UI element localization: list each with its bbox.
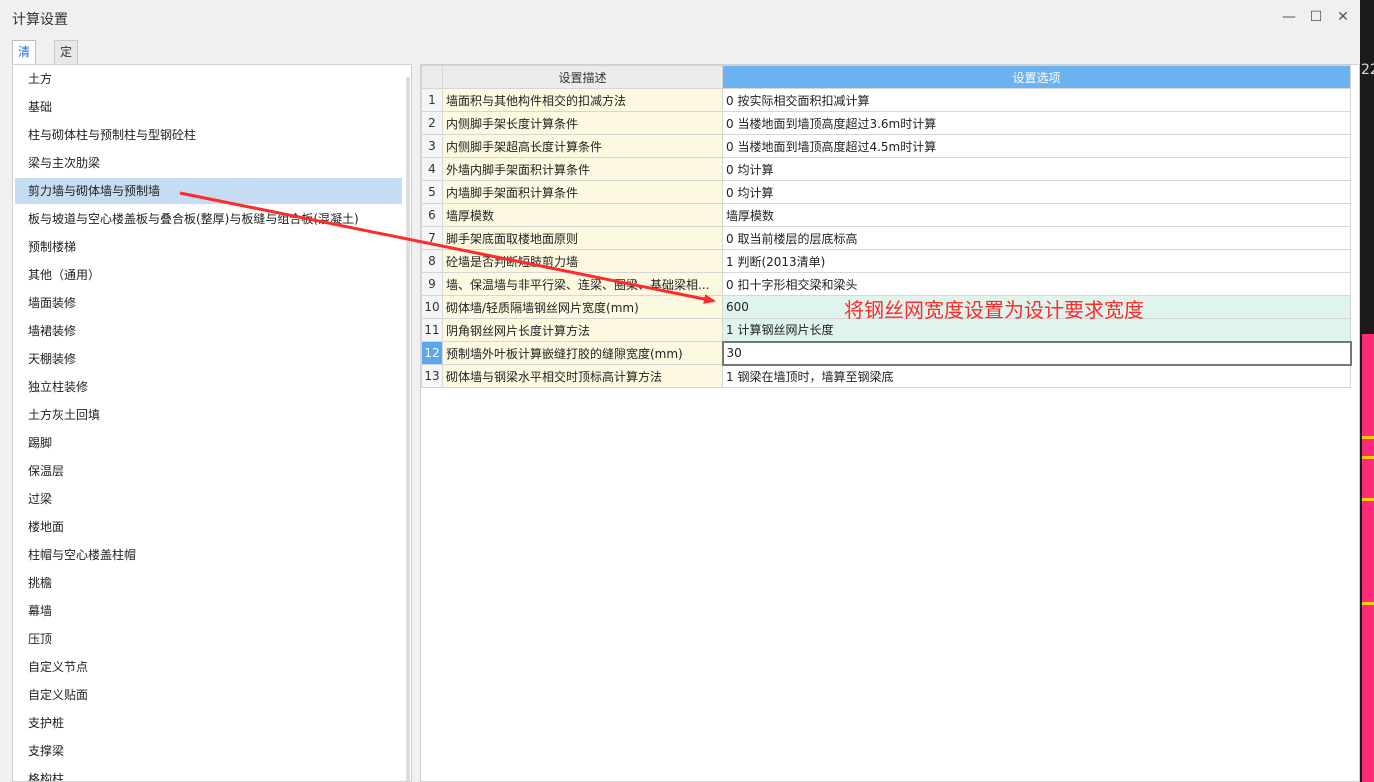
- setting-description: 外墙内脚手架面积计算条件: [442, 157, 723, 181]
- row-number[interactable]: 10: [421, 295, 443, 319]
- settings-table: 设置描述 设置选项 1 墙面积与其他构件相交的扣减方法 0 按实际相交面积扣减计算 2…: [421, 65, 1352, 388]
- setting-description: 内侧脚手架长度计算条件: [442, 111, 723, 135]
- row-number[interactable]: 7: [421, 226, 443, 250]
- category-item[interactable]: 保温层: [15, 458, 402, 484]
- row-number[interactable]: 9: [421, 272, 443, 296]
- row-number[interactable]: 6: [421, 203, 443, 227]
- category-item[interactable]: 土方灰土回填: [15, 402, 402, 428]
- category-item[interactable]: 支撑梁: [15, 738, 402, 764]
- setting-description: 预制墙外叶板计算嵌缝打胶的缝隙宽度(mm): [442, 341, 723, 365]
- setting-option-cell[interactable]: 0 均计算: [722, 157, 1351, 181]
- setting-description: 脚手架底面取楼地面原则: [442, 226, 723, 250]
- setting-description: 砌体墙/轻质隔墙钢丝网片宽度(mm): [442, 295, 723, 319]
- category-item[interactable]: 基础: [15, 94, 402, 120]
- window-title: 计算设置: [12, 12, 68, 28]
- vertical-scrollbar[interactable]: [406, 77, 410, 781]
- setting-option-cell[interactable]: 墙厚模数: [722, 203, 1351, 227]
- table-row[interactable]: 6 墙厚模数 墙厚模数: [421, 203, 1351, 227]
- table-row[interactable]: 13 砌体墙与钢梁水平相交时顶标高计算方法 1 钢梁在墙顶时，墙算至钢梁底: [421, 364, 1351, 388]
- minimize-icon[interactable]: —: [1279, 8, 1299, 26]
- table-header-row: 设置描述 设置选项: [421, 65, 1351, 89]
- description-header[interactable]: 设置描述: [442, 65, 723, 89]
- table-row[interactable]: 4 外墙内脚手架面积计算条件 0 均计算: [421, 157, 1351, 181]
- category-item[interactable]: 格构柱: [15, 766, 402, 781]
- setting-option-cell[interactable]: 1 钢梁在墙顶时，墙算至钢梁底: [722, 364, 1351, 388]
- maximize-icon[interactable]: ☐: [1306, 8, 1326, 26]
- row-number[interactable]: 3: [421, 134, 443, 158]
- background-pink-bar: [1362, 334, 1374, 782]
- category-item[interactable]: 剪力墙与砌体墙与预制墙: [15, 178, 402, 204]
- category-item[interactable]: 自定义贴面: [15, 682, 402, 708]
- category-item[interactable]: 独立柱装修: [15, 374, 402, 400]
- category-item[interactable]: 墙裙装修: [15, 318, 402, 344]
- row-number[interactable]: 2: [421, 111, 443, 135]
- setting-description: 墙、保温墙与非平行梁、连梁、圈梁、基础梁相...: [442, 272, 723, 296]
- setting-description: 墙厚模数: [442, 203, 723, 227]
- setting-option-cell[interactable]: 0 按实际相交面积扣减计算: [722, 88, 1351, 112]
- setting-description: 内侧脚手架超高长度计算条件: [442, 134, 723, 158]
- setting-option-cell[interactable]: 30: [721, 340, 1352, 366]
- category-item[interactable]: 墙面装修: [15, 290, 402, 316]
- setting-option-cell[interactable]: 0 当楼地面到墙顶高度超过4.5m时计算: [722, 134, 1351, 158]
- category-item[interactable]: 柱帽与空心楼盖柱帽: [15, 542, 402, 568]
- table-row[interactable]: 9 墙、保温墙与非平行梁、连梁、圈梁、基础梁相... 0 扣十字形相交梁和梁头: [421, 272, 1351, 296]
- category-item[interactable]: 幕墙: [15, 598, 402, 624]
- setting-description: 砼墙是否判断短肢剪力墙: [442, 249, 723, 273]
- close-icon[interactable]: ✕: [1333, 8, 1353, 26]
- row-number[interactable]: 5: [421, 180, 443, 204]
- table-row[interactable]: 8 砼墙是否判断短肢剪力墙 1 判断(2013清单): [421, 249, 1351, 273]
- table-row[interactable]: 12 预制墙外叶板计算嵌缝打胶的缝隙宽度(mm) 30: [421, 340, 1352, 366]
- background-marker: [1362, 498, 1374, 501]
- background-marker: [1362, 456, 1374, 459]
- setting-description: 阴角钢丝网片长度计算方法: [442, 318, 723, 342]
- category-item[interactable]: 其他（通用）: [15, 262, 402, 288]
- setting-option-cell[interactable]: 0 均计算: [722, 180, 1351, 204]
- option-header[interactable]: 设置选项: [722, 65, 1351, 89]
- table-row[interactable]: 5 内墙脚手架面积计算条件 0 均计算: [421, 180, 1351, 204]
- category-item[interactable]: 土方: [15, 66, 402, 92]
- setting-description: 内墙脚手架面积计算条件: [442, 180, 723, 204]
- category-item[interactable]: 梁与主次肋梁: [15, 150, 402, 176]
- table-row[interactable]: 3 内侧脚手架超高长度计算条件 0 当楼地面到墙顶高度超过4.5m时计算: [421, 134, 1351, 158]
- setting-option-cell[interactable]: 1 判断(2013清单): [722, 249, 1351, 273]
- row-number[interactable]: 4: [421, 157, 443, 181]
- row-number[interactable]: 11: [421, 318, 443, 342]
- category-item[interactable]: 楼地面: [15, 514, 402, 540]
- row-number[interactable]: 1: [421, 88, 443, 112]
- tab-bill[interactable]: 清单: [12, 40, 37, 81]
- setting-description: 墙面积与其他构件相交的扣减方法: [442, 88, 723, 112]
- category-item[interactable]: 预制楼梯: [15, 234, 402, 260]
- setting-description: 砌体墙与钢梁水平相交时顶标高计算方法: [442, 364, 723, 388]
- category-item[interactable]: 挑檐: [15, 570, 402, 596]
- tab-quota[interactable]: 定额: [54, 40, 79, 81]
- category-item[interactable]: 踢脚: [15, 430, 402, 456]
- table-row[interactable]: 1 墙面积与其他构件相交的扣减方法 0 按实际相交面积扣减计算: [421, 88, 1351, 112]
- row-number[interactable]: 13: [421, 364, 443, 388]
- category-item[interactable]: 过梁: [15, 486, 402, 512]
- category-item[interactable]: 自定义节点: [15, 654, 402, 680]
- category-item[interactable]: 支护桩: [15, 710, 402, 736]
- title-bar: 计算设置 — ☐ ✕: [0, 0, 1360, 36]
- category-item[interactable]: 板与坡道与空心楼盖板与叠合板(整厚)与板缝与组合板(混凝土): [15, 206, 402, 232]
- category-item[interactable]: 压顶: [15, 626, 402, 652]
- setting-option-cell[interactable]: 0 当楼地面到墙顶高度超过3.6m时计算: [722, 111, 1351, 135]
- category-item[interactable]: 柱与砌体柱与预制柱与型钢砼柱: [15, 122, 402, 148]
- table-row[interactable]: 2 内侧脚手架长度计算条件 0 当楼地面到墙顶高度超过3.6m时计算: [421, 111, 1351, 135]
- background-edge-text: 22: [1361, 62, 1374, 78]
- row-number[interactable]: 12: [421, 341, 443, 365]
- table-row[interactable]: 7 脚手架底面取楼地面原则 0 取当前楼层的层底标高: [421, 226, 1351, 250]
- background-marker: [1362, 436, 1374, 439]
- setting-option-cell[interactable]: 0 取当前楼层的层底标高: [722, 226, 1351, 250]
- annotation-text: 将钢丝网宽度设置为设计要求宽度: [844, 298, 1144, 322]
- settings-grid-panel: 设置描述 设置选项 1 墙面积与其他构件相交的扣减方法 0 按实际相交面积扣减计算 2…: [420, 64, 1360, 782]
- setting-option-cell[interactable]: 0 扣十字形相交梁和梁头: [722, 272, 1351, 296]
- row-number-header: [421, 65, 443, 89]
- category-list: 土方 基础 柱与砌体柱与预制柱与型钢砼柱 梁与主次肋梁 剪力墙与砌体墙与预制墙 板与坡道与…: [12, 64, 412, 782]
- category-item[interactable]: 天棚装修: [15, 346, 402, 372]
- row-number[interactable]: 8: [421, 249, 443, 273]
- background-marker: [1362, 602, 1374, 605]
